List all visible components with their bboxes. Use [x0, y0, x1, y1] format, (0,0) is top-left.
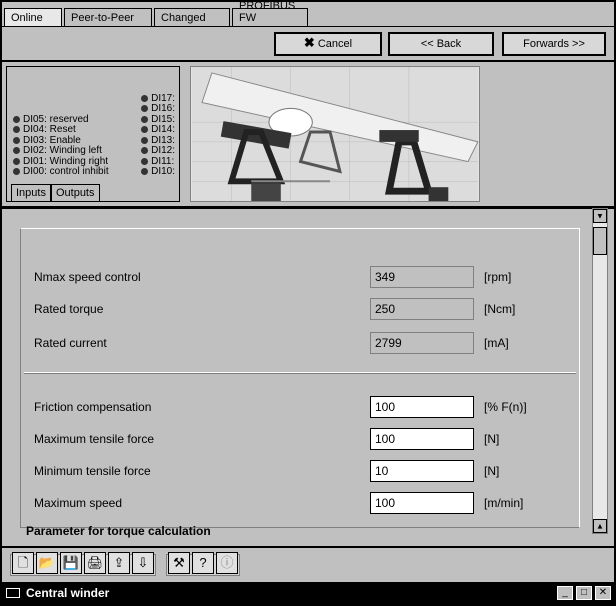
- status-led-icon: [141, 136, 149, 144]
- vertical-scrollbar[interactable]: ▼ ▲: [592, 208, 608, 534]
- param-label: Minimum tensile force: [34, 464, 151, 478]
- scroll-down-arrow[interactable]: ▼: [593, 519, 607, 533]
- input-item: DI17:: [141, 93, 175, 104]
- status-led-icon: [13, 157, 20, 165]
- navigation-bar: ✖ Cancel << Back Forwards >>: [2, 26, 614, 62]
- window-title: Central winder: [26, 586, 110, 600]
- close-button[interactable]: ✕: [595, 586, 611, 600]
- info-icon[interactable]: ⓘ: [216, 552, 238, 574]
- io-tabs: Inputs Outputs: [11, 184, 100, 201]
- param-row-rated-torque: Rated torque 250 [Ncm]: [34, 298, 564, 320]
- open-icon[interactable]: 📂: [36, 552, 58, 574]
- param-row-min-tensile: Minimum tensile force 10 [N]: [34, 460, 564, 482]
- winder-machine-image: [190, 66, 480, 202]
- param-unit: [N]: [484, 464, 500, 478]
- mode-tab-bar: Online Peer-to-Peer Changed PROFIBUS FW: [2, 0, 614, 26]
- toolbar: 🗋 📂 💾 🖨 ⇪ ⇩ ⚒ ? ⓘ: [2, 546, 614, 582]
- parameter-panel: Parameter for torque calculation Maximum…: [2, 206, 614, 546]
- status-led-icon: [13, 136, 20, 144]
- save-icon[interactable]: 💾: [60, 552, 82, 574]
- rated-current-value: 2799: [370, 332, 474, 354]
- status-led-icon: [13, 168, 20, 176]
- tab-changed[interactable]: Changed: [154, 8, 230, 26]
- tab-inputs[interactable]: Inputs: [11, 184, 51, 201]
- input-item: DI16:: [141, 103, 175, 114]
- status-led-icon: [141, 147, 149, 155]
- winder-machine-illustration: [192, 67, 479, 201]
- input-item: DI12:: [141, 145, 175, 156]
- minimize-button[interactable]: _: [557, 586, 573, 600]
- tab-outputs[interactable]: Outputs: [50, 184, 100, 201]
- param-unit: [N]: [484, 432, 500, 446]
- tools-icon[interactable]: ⚒: [168, 552, 190, 574]
- param-unit: [mA]: [484, 336, 509, 350]
- param-row-friction: Friction compensation 100 [% F(n)]: [34, 396, 564, 418]
- io-panel: Inputs Outputs DI00: control inhibit DI0…: [6, 66, 180, 202]
- status-area: Inputs Outputs DI00: control inhibit DI0…: [2, 62, 614, 206]
- input-item: DI14:: [141, 124, 175, 135]
- param-unit: [rpm]: [484, 270, 512, 284]
- new-icon[interactable]: 🗋: [12, 552, 34, 574]
- tab-peer-to-peer[interactable]: Peer-to-Peer: [64, 8, 152, 26]
- parameter-section-title: Parameter for torque calculation: [26, 524, 211, 538]
- param-row-rated-current: Rated current 2799 [mA]: [34, 332, 564, 354]
- title-bar: Central winder _ □ ✕: [2, 582, 614, 604]
- help-icon[interactable]: ?: [192, 552, 214, 574]
- status-led-icon: [141, 157, 149, 165]
- param-row-max-speed: Maximum speed 100 [m/min]: [34, 492, 564, 514]
- application-window: Central winder _ □ ✕ 🗋 📂 💾 🖨 ⇪ ⇩ ⚒ ? ⓘ P…: [0, 0, 616, 606]
- param-label: Friction compensation: [34, 400, 152, 414]
- status-led-icon: [13, 126, 20, 134]
- export-icon[interactable]: ⇪: [108, 552, 130, 574]
- input-item: DI11:: [141, 156, 175, 167]
- tab-online[interactable]: Online: [4, 8, 62, 26]
- param-label: Maximum tensile force: [34, 432, 155, 446]
- param-label: Rated current: [34, 336, 107, 350]
- maximize-button[interactable]: □: [576, 586, 592, 600]
- back-button[interactable]: << Back: [388, 32, 494, 56]
- section-divider: [24, 372, 576, 374]
- status-led-icon: [141, 94, 149, 102]
- import-icon[interactable]: ⇩: [132, 552, 154, 574]
- friction-compensation-input[interactable]: 100: [370, 396, 474, 418]
- tools-toolbar-group: ⚒ ? ⓘ: [166, 552, 240, 576]
- forwards-button[interactable]: Forwards >>: [502, 32, 606, 56]
- param-unit: [m/min]: [484, 496, 524, 510]
- cancel-x-icon: ✖: [303, 35, 315, 50]
- param-row-max-tensile: Maximum tensile force 100 [N]: [34, 428, 564, 450]
- param-label: Rated torque: [34, 302, 104, 316]
- status-led-icon: [141, 115, 149, 123]
- input-item: DI10:: [141, 166, 175, 177]
- param-unit: [Ncm]: [484, 302, 516, 316]
- max-speed-input[interactable]: 100: [370, 492, 474, 514]
- param-label: Maximum speed: [34, 496, 123, 510]
- min-tensile-force-input[interactable]: 10: [370, 460, 474, 482]
- rated-torque-value: 250: [370, 298, 474, 320]
- nmax-speed-value: 349: [370, 266, 474, 288]
- scroll-thumb[interactable]: [593, 227, 607, 255]
- max-tensile-force-input[interactable]: 100: [370, 428, 474, 450]
- tab-profibus-fw[interactable]: PROFIBUS FW: [232, 0, 308, 26]
- param-row-nmax: Nmax speed control 349 [rpm]: [34, 266, 564, 288]
- file-toolbar-group: 🗋 📂 💾 🖨 ⇪ ⇩: [10, 552, 156, 576]
- param-unit: [% F(n)]: [484, 400, 527, 414]
- app-icon: [6, 588, 20, 598]
- param-label: Nmax speed control: [34, 270, 141, 284]
- parameter-group: Parameter for torque calculation Maximum…: [20, 218, 580, 538]
- status-led-icon: [13, 147, 20, 155]
- status-led-icon: [141, 168, 149, 176]
- input-item: DI13:: [141, 135, 175, 146]
- input-list-right: DI10: DI11: DI12: DI13: DI14: DI15: DI16…: [141, 93, 175, 177]
- status-led-icon: [141, 105, 149, 113]
- status-led-icon: [13, 115, 20, 123]
- cancel-button[interactable]: ✖ Cancel: [274, 32, 382, 56]
- scroll-up-arrow[interactable]: ▲: [593, 209, 607, 223]
- status-led-icon: [141, 126, 149, 134]
- input-item: DI15:: [141, 114, 175, 125]
- print-icon[interactable]: 🖨: [84, 552, 106, 574]
